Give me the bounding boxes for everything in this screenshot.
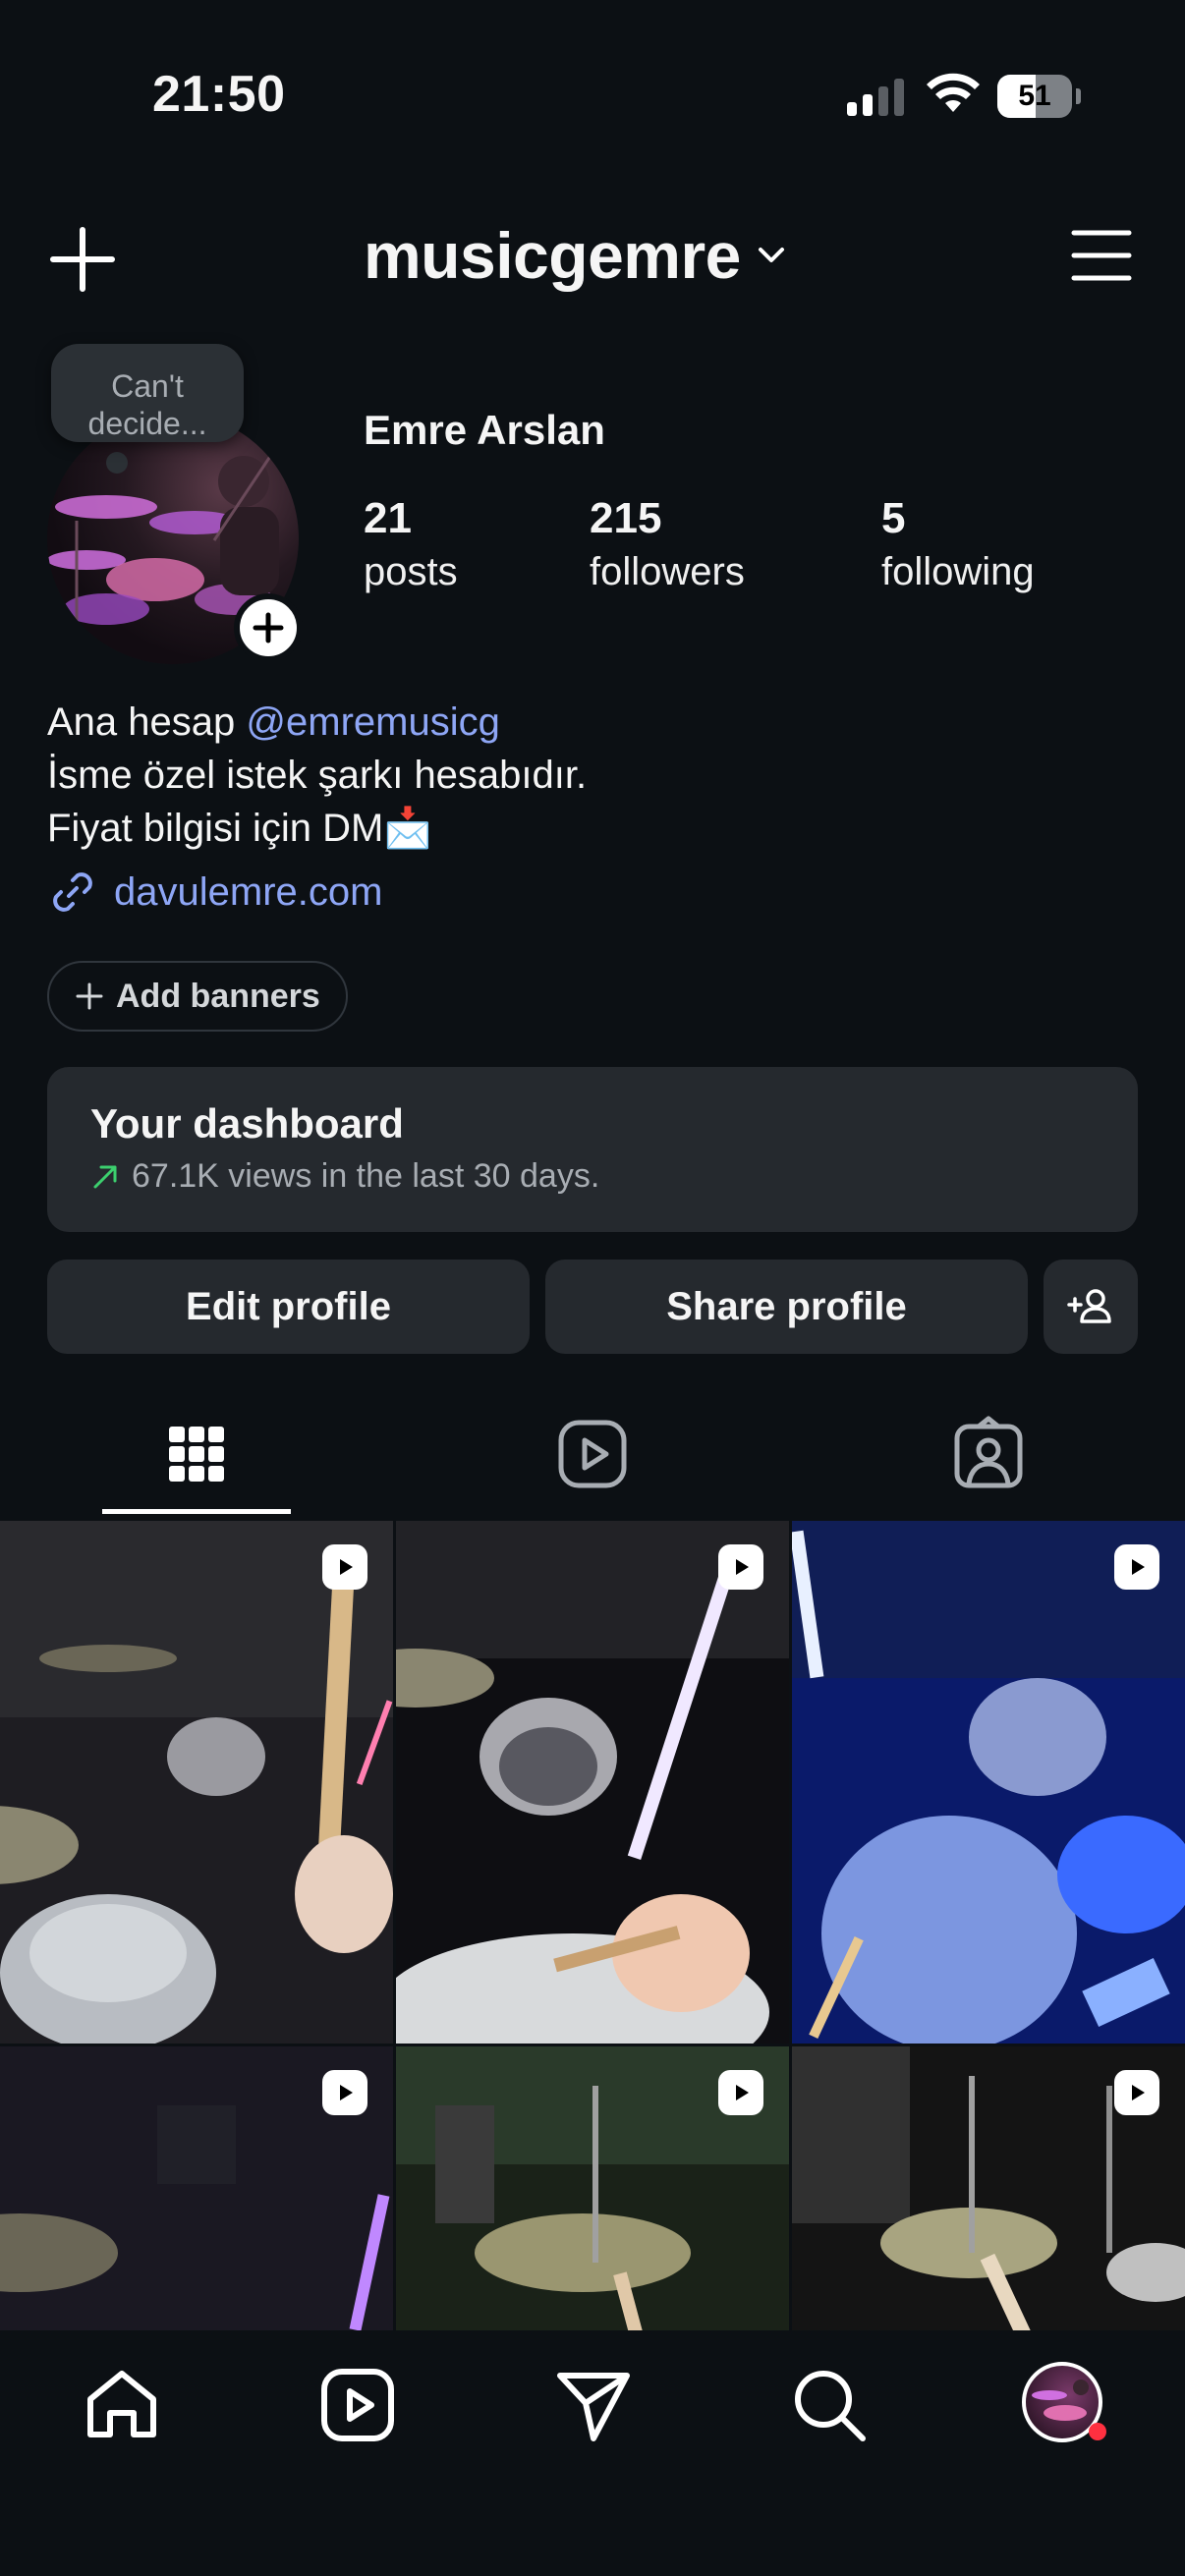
home-icon[interactable] xyxy=(81,2364,163,2446)
posts-count: 21 xyxy=(364,494,412,542)
reel-badge-icon xyxy=(1114,2070,1159,2115)
stat-followers[interactable]: 215 followers xyxy=(590,489,745,595)
add-story-button[interactable] xyxy=(234,593,303,662)
plus-icon xyxy=(253,612,284,644)
website-url: davulemre.com xyxy=(114,869,383,914)
battery-percent: 51 xyxy=(1018,80,1051,112)
add-person-icon xyxy=(1067,1289,1111,1323)
add-banners-button[interactable]: Add banners xyxy=(47,961,348,1032)
note-bubble-tail xyxy=(106,452,128,474)
followers-label: followers xyxy=(590,550,745,593)
bio: Ana hesap @emremusicg İsme özel istek şa… xyxy=(47,696,587,855)
chevron-down-icon xyxy=(758,248,784,262)
notification-dot xyxy=(1089,2423,1106,2440)
share-profile-button[interactable]: Share profile xyxy=(545,1260,1028,1354)
professional-dashboard[interactable]: Your dashboard 67.1K views in the last 3… xyxy=(47,1067,1138,1232)
post-tile[interactable] xyxy=(792,2046,1185,2331)
bio-mention-link[interactable]: @emremusicg xyxy=(246,700,499,744)
post-tile[interactable] xyxy=(792,1521,1185,2044)
reel-badge-icon xyxy=(718,1544,763,1590)
post-tile[interactable] xyxy=(396,2046,789,2331)
edit-profile-button[interactable]: Edit profile xyxy=(47,1260,530,1354)
wifi-icon xyxy=(927,73,980,112)
reel-badge-icon xyxy=(322,2070,367,2115)
reels-icon[interactable] xyxy=(316,2364,399,2446)
dashboard-subtitle: 67.1K views in the last 30 days. xyxy=(90,1157,599,1196)
trend-up-arrow-icon xyxy=(93,1165,117,1188)
active-tab-indicator xyxy=(102,1509,291,1514)
account-switcher[interactable]: musicgemre xyxy=(364,218,788,293)
post-tile[interactable] xyxy=(396,1521,789,2044)
reel-badge-icon xyxy=(1114,1544,1159,1590)
add-banners-label: Add banners xyxy=(116,977,320,1015)
dashboard-title: Your dashboard xyxy=(90,1100,404,1147)
post-tile[interactable] xyxy=(0,1521,393,2044)
following-label: following xyxy=(881,550,1035,593)
search-icon[interactable] xyxy=(788,2364,871,2446)
status-time: 21:50 xyxy=(152,66,286,123)
website-link[interactable]: davulemre.com xyxy=(47,867,382,918)
plus-icon xyxy=(76,982,103,1010)
battery-icon: 51 xyxy=(997,75,1081,118)
username: musicgemre xyxy=(364,219,741,292)
cellular-signal-icon xyxy=(847,79,906,116)
reel-badge-icon xyxy=(322,1544,367,1590)
bio-line3: Fiyat bilgisi için DM📩 xyxy=(47,807,433,850)
grid-icon[interactable] xyxy=(157,1415,236,1493)
followers-count: 215 xyxy=(590,494,662,542)
dashboard-views-text: 67.1K views in the last 30 days. xyxy=(132,1157,600,1195)
messages-icon[interactable] xyxy=(552,2364,635,2446)
create-plus-icon[interactable] xyxy=(47,224,118,295)
note-bubble[interactable]: Can't decide... xyxy=(51,344,244,442)
discover-people-button[interactable] xyxy=(1044,1260,1138,1354)
bio-line2: İsme özel istek şarkı hesabıdır. xyxy=(47,754,588,797)
reel-badge-icon xyxy=(718,2070,763,2115)
posts-label: posts xyxy=(364,550,458,593)
tagged-icon[interactable] xyxy=(949,1415,1028,1493)
hamburger-menu-icon[interactable] xyxy=(1071,228,1132,283)
link-icon xyxy=(53,872,92,912)
following-count: 5 xyxy=(881,494,906,542)
post-tile[interactable] xyxy=(0,2046,393,2331)
stat-posts[interactable]: 21 posts xyxy=(364,489,458,595)
reels-tab-icon[interactable] xyxy=(553,1415,632,1493)
bio-line1-text: Ana hesap xyxy=(47,700,247,744)
full-name: Emre Arslan xyxy=(364,407,605,453)
stat-following[interactable]: 5 following xyxy=(881,489,1035,595)
